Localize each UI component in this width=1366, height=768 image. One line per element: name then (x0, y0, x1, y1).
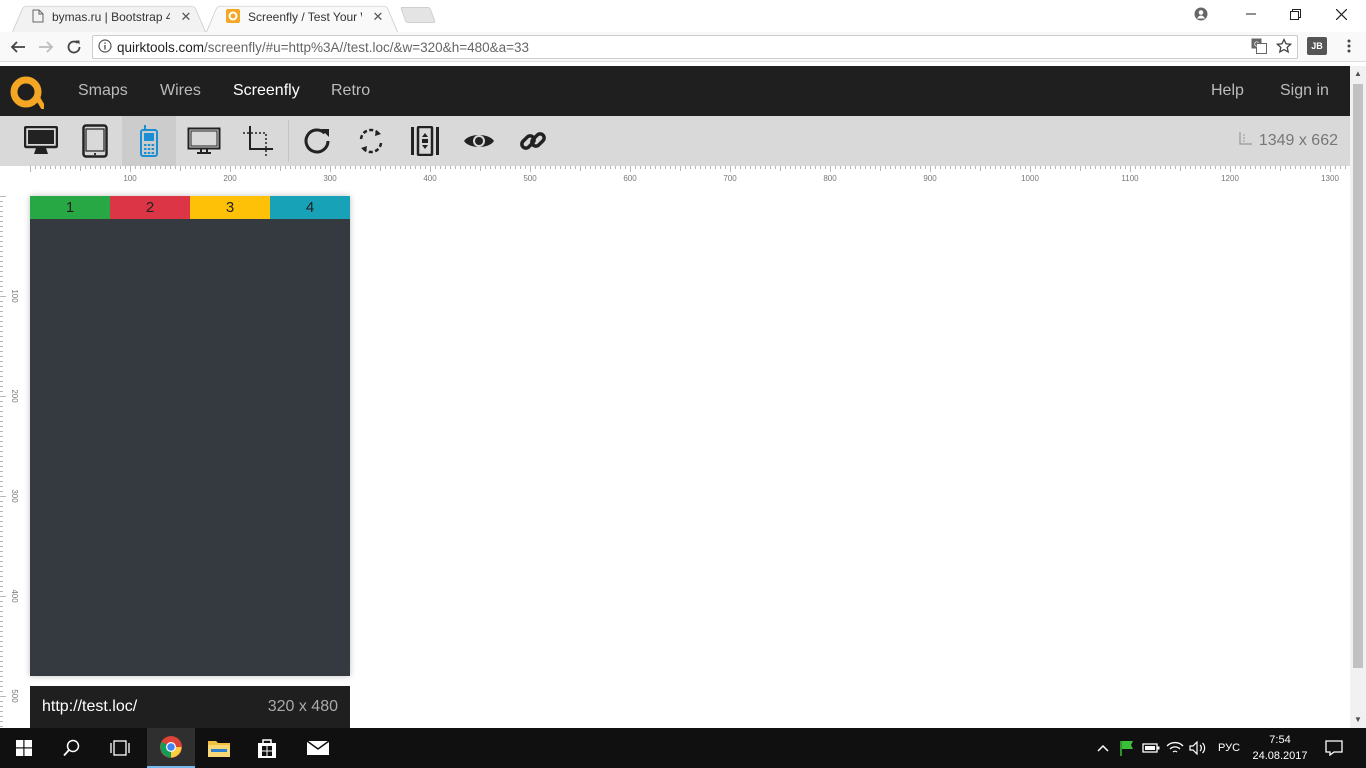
ruler-label: 900 (923, 174, 937, 183)
mail-icon[interactable] (294, 728, 342, 768)
ruler-label: 700 (723, 174, 737, 183)
quirktools-logo[interactable] (10, 75, 46, 110)
ruler-label: 1100 (1121, 174, 1139, 183)
close-window-button[interactable] (1318, 0, 1364, 28)
minimize-button[interactable] (1228, 0, 1274, 28)
browser-tab-strip: bymas.ru | Bootstrap 4 ✕ Screenfly / Tes… (0, 0, 1366, 33)
url-host: quirktools.com (117, 39, 205, 55)
flag-icon[interactable] (1118, 740, 1136, 756)
mobile-icon[interactable] (122, 116, 176, 166)
ruler-label: 500 (523, 174, 537, 183)
preview-caption: http://test.loc/ 320 x 480 (30, 686, 350, 728)
tab-title: Screenfly / Test Your Web (248, 10, 362, 24)
reload-icon[interactable] (62, 35, 86, 59)
nav-link-sign-in[interactable]: Sign in (1280, 66, 1329, 116)
screen-size-readout: 1349 x 662 (1239, 116, 1338, 166)
task-view-icon[interactable] (96, 728, 144, 768)
url-path: /screenfly/#u=http%3A//test.loc/&w=320&h… (204, 39, 530, 55)
browser-tab-screenfly[interactable]: Screenfly / Test Your Web ✕ (206, 2, 398, 33)
clock-date: 24.08.2017 (1252, 750, 1308, 762)
chevron-up-icon[interactable] (1094, 740, 1112, 756)
profile-icon[interactable] (1178, 0, 1224, 28)
ruler-label: 100 (10, 289, 19, 303)
ruler-label: 1000 (1021, 174, 1039, 183)
ruler-label: 1300 (1321, 174, 1339, 183)
info-icon[interactable] (93, 38, 117, 56)
television-icon[interactable] (177, 116, 231, 166)
preview-url: http://test.loc/ (42, 698, 138, 715)
battery-icon[interactable] (1142, 740, 1160, 756)
vertical-ruler: 100 200 300 400 500 (0, 186, 20, 728)
notifications-icon[interactable] (1324, 740, 1344, 756)
desktop-icon[interactable] (14, 116, 68, 166)
extension-jb-icon[interactable]: JB (1307, 37, 1327, 55)
share-link-icon[interactable] (506, 116, 560, 166)
windows-start-icon[interactable] (0, 728, 48, 768)
tablet-icon[interactable] (68, 116, 122, 166)
ruler-label: 100 (123, 174, 137, 183)
ruler-label: 600 (623, 174, 637, 183)
preview-dimensions: 320 x 480 (267, 698, 338, 715)
scroll-toggle-icon[interactable] (398, 116, 452, 166)
ruler-label: 400 (10, 589, 19, 603)
search-icon[interactable] (48, 728, 96, 768)
page-icon (32, 9, 44, 26)
ruler-label: 500 (10, 689, 19, 703)
wifi-icon[interactable] (1166, 740, 1184, 756)
close-icon[interactable]: ✕ (178, 9, 194, 25)
ruler-label: 200 (223, 174, 237, 183)
ruler-corner-icon (1239, 116, 1253, 166)
ruler-label: 800 (823, 174, 837, 183)
refresh-icon[interactable] (290, 116, 344, 166)
site-header: Smaps Wires Screenfly Retro Help Sign in (0, 66, 1350, 116)
custom-size-icon[interactable] (231, 116, 285, 166)
nav-link-wires[interactable]: Wires (160, 66, 201, 116)
preview-tab-4[interactable]: 4 (270, 196, 350, 219)
close-icon[interactable]: ✕ (370, 9, 386, 25)
screen-size-text: 1349 x 662 (1258, 132, 1338, 149)
quirktools-favicon-icon (226, 8, 240, 26)
screenfly-toolbar: 1349 x 662 (0, 116, 1350, 166)
preview-tab-2[interactable]: 2 (110, 196, 190, 219)
ruler-label: 200 (10, 389, 19, 403)
nav-link-screenfly[interactable]: Screenfly (233, 66, 300, 116)
back-icon[interactable] (6, 35, 30, 59)
nav-link-smaps[interactable]: Smaps (78, 66, 128, 116)
page-scrollbar[interactable]: ▲ ▼ (1350, 66, 1366, 728)
scroll-down-icon[interactable]: ▼ (1350, 712, 1366, 728)
ruler-label: 1200 (1221, 174, 1239, 183)
tab-title: bymas.ru | Bootstrap 4 (52, 10, 170, 24)
browser-toolbar: quirktools.com/screenfly/#u=http%3A//tes… (0, 32, 1366, 62)
new-tab-button[interactable] (400, 7, 436, 23)
scroll-up-icon[interactable]: ▲ (1350, 66, 1366, 82)
file-explorer-icon[interactable] (195, 728, 243, 768)
scroll-thumb[interactable] (1353, 84, 1363, 668)
ruler-label: 400 (423, 174, 437, 183)
address-bar[interactable]: quirktools.com/screenfly/#u=http%3A//tes… (92, 35, 1298, 59)
volume-icon[interactable] (1189, 740, 1207, 756)
bookmark-star-icon[interactable] (1275, 37, 1293, 55)
store-icon[interactable] (243, 728, 291, 768)
horizontal-ruler: 100 200 300 400 500 600 700 800 900 1000 1100 1200 1… (30, 166, 1350, 186)
forward-icon[interactable] (34, 35, 58, 59)
preview-tab-3[interactable]: 3 (190, 196, 270, 219)
language-indicator[interactable]: РУС (1218, 728, 1240, 768)
clock-time: 7:54 (1269, 734, 1291, 746)
chrome-taskbar-icon[interactable] (147, 728, 195, 768)
ruler-label: 300 (10, 489, 19, 503)
menu-kebab-icon[interactable] (1340, 37, 1358, 55)
translate-icon[interactable]: G (1250, 37, 1268, 55)
eye-icon[interactable] (452, 116, 506, 166)
rotate-icon[interactable] (344, 116, 398, 166)
nav-link-help[interactable]: Help (1211, 66, 1244, 116)
device-preview-frame[interactable]: 1 2 3 4 (30, 196, 350, 676)
ruler-label: 300 (323, 174, 337, 183)
windows-taskbar: РУС 7:54 24.08.2017 (0, 728, 1366, 768)
nav-link-retro[interactable]: Retro (331, 66, 370, 116)
restore-button[interactable] (1272, 0, 1318, 28)
system-clock[interactable]: 7:54 24.08.2017 (1250, 732, 1310, 764)
preview-tab-1[interactable]: 1 (30, 196, 110, 219)
svg-text:G: G (1254, 42, 1259, 49)
browser-tab-bymas[interactable]: bymas.ru | Bootstrap 4 ✕ (12, 2, 206, 33)
